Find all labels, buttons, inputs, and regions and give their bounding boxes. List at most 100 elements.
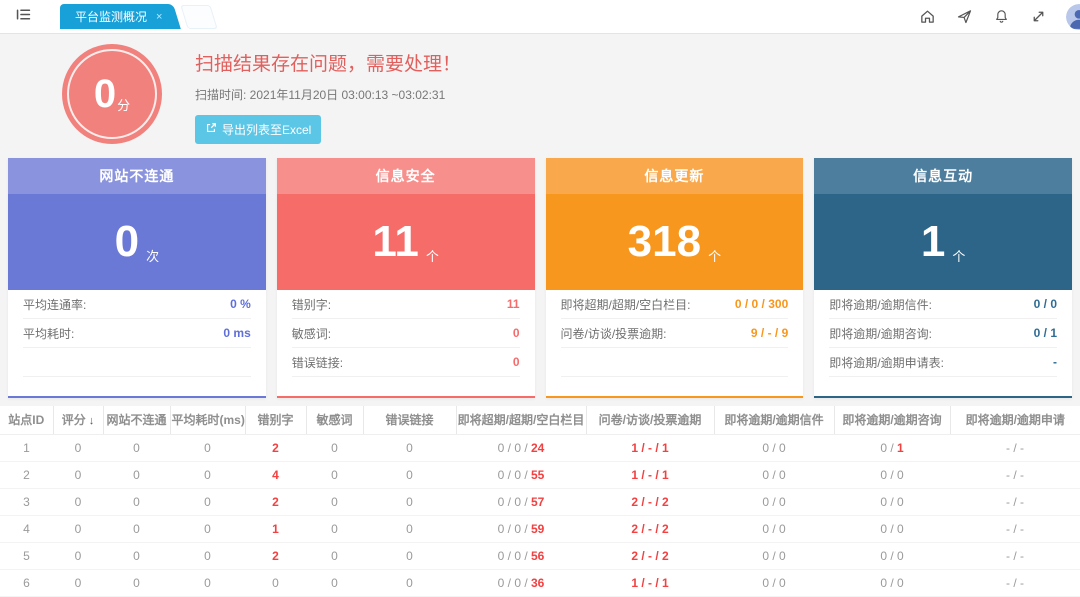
card-stats: 平均连通率:0 %平均耗时:0 ms xyxy=(8,290,266,396)
column-header[interactable]: 评分↓ xyxy=(53,406,103,434)
table-cell: 0 xyxy=(53,542,103,569)
table-cell: 0 xyxy=(53,434,103,461)
alert-value: 57 xyxy=(531,495,544,509)
card-title: 网站不连通 xyxy=(8,158,266,194)
card-unit: 个 xyxy=(708,246,721,265)
table-cell: 2 xyxy=(245,542,306,569)
alert-value: 1 / - / 1 xyxy=(631,576,668,590)
table-row: 20004000 / 0 / 551 / - / 10 / 00 / 0- / … xyxy=(0,461,1080,488)
table-cell: 0 xyxy=(306,434,363,461)
summary-card-4: 信息互动1个即将逾期/逾期信件:0 / 0即将逾期/逾期咨询:0 / 1即将逾期… xyxy=(814,158,1072,398)
table-cell: - / - xyxy=(950,434,1080,461)
table-cell: - / - xyxy=(950,515,1080,542)
card-stat-row: 平均连通率:0 % xyxy=(23,290,251,319)
column-label: 即将逾期/逾期咨询 xyxy=(842,413,941,427)
stat-value: 0 % xyxy=(230,297,251,311)
card-value-block: 0次 xyxy=(8,194,266,290)
stat-label: 问卷/访谈/投票逾期: xyxy=(561,325,667,342)
card-stats: 即将超期/超期/空白栏目:0 / 0 / 300 问卷/访谈/投票逾期: 9 / -… xyxy=(546,290,804,396)
column-label: 站点ID xyxy=(8,413,44,427)
table-cell: 0 / 0 / 36 xyxy=(456,569,586,596)
tab-platform-overview[interactable]: 平台监测概况 × xyxy=(60,4,168,29)
card-stat-row: 即将逾期/逾期咨询: 0 / 1 xyxy=(829,319,1057,348)
table-row: 30002000 / 0 / 572 / - / 20 / 00 / 0- / … xyxy=(0,488,1080,515)
alert-value: 2 / - / 2 xyxy=(631,522,668,536)
card-stat-row: 即将超期/超期/空白栏目:0 / 0 / 300 xyxy=(561,290,789,319)
column-header[interactable]: 即将超期/超期/空白栏目 xyxy=(456,406,586,434)
card-value-block: 11个 xyxy=(277,194,535,290)
column-header[interactable]: 即将逾期/逾期信件 xyxy=(714,406,834,434)
column-header[interactable]: 问卷/访谈/投票逾期 xyxy=(586,406,714,434)
export-icon xyxy=(205,122,217,137)
table-cell: - / - xyxy=(950,569,1080,596)
table-cell: 0 xyxy=(103,488,170,515)
card-title: 信息更新 xyxy=(546,158,804,194)
stat-row-empty xyxy=(561,348,789,377)
table-row: 40001000 / 0 / 592 / - / 20 / 00 / 0- / … xyxy=(0,515,1080,542)
table-cell: 0 xyxy=(363,434,456,461)
alert-value: 1 / - / 1 xyxy=(631,441,668,455)
table-cell: 0 / 1 xyxy=(834,434,950,461)
stat-row-empty xyxy=(23,377,251,396)
table-cell: 1 xyxy=(245,515,306,542)
column-header[interactable]: 即将逾期/逾期申请 xyxy=(950,406,1080,434)
table-cell: 0 xyxy=(363,488,456,515)
tab-placeholder xyxy=(181,5,218,29)
table-cell: 2 xyxy=(0,461,53,488)
column-header[interactable]: 敏感词 xyxy=(306,406,363,434)
table-cell: 0 / 0 / 59 xyxy=(456,515,586,542)
column-header[interactable]: 站点ID xyxy=(0,406,53,434)
alert-value: 59 xyxy=(531,522,544,536)
table-cell: 2 / - / 2 xyxy=(586,488,714,515)
fullscreen-icon[interactable] xyxy=(1029,8,1047,26)
stat-label: 即将逾期/逾期咨询: xyxy=(829,325,932,342)
export-excel-button[interactable]: 导出列表至Excel xyxy=(195,115,321,144)
column-label: 问卷/访谈/投票逾期 xyxy=(599,413,702,427)
table-row: 10002000 / 0 / 241 / - / 10 / 00 / 1- / … xyxy=(0,434,1080,461)
table-cell: 0 xyxy=(103,515,170,542)
home-icon[interactable] xyxy=(918,8,936,26)
table-cell: 0 xyxy=(363,461,456,488)
column-header[interactable]: 平均耗时(ms) xyxy=(170,406,245,434)
table-cell: 1 / - / 1 xyxy=(586,461,714,488)
stat-value: 0 / 0 xyxy=(1034,297,1057,311)
column-header[interactable]: 错误链接 xyxy=(363,406,456,434)
tab-close-icon[interactable]: × xyxy=(156,11,162,23)
alert-value: 1 / - / 1 xyxy=(631,468,668,482)
column-label: 敏感词 xyxy=(316,413,352,427)
cell-text: 0 / 0 / xyxy=(498,549,531,563)
stat-value: 0 ms xyxy=(223,326,250,340)
table-cell: 0 / 0 xyxy=(834,569,950,596)
topbar-actions xyxy=(918,0,1080,33)
table-cell: - / - xyxy=(950,542,1080,569)
user-avatar[interactable] xyxy=(1066,4,1080,30)
stat-value: 0 / 1 xyxy=(1034,326,1057,340)
bell-icon[interactable] xyxy=(992,8,1010,26)
column-header[interactable]: 即将逾期/逾期咨询 xyxy=(834,406,950,434)
table-cell: 0 / 0 xyxy=(834,515,950,542)
send-icon[interactable] xyxy=(955,8,973,26)
score-unit: 分 xyxy=(117,95,130,114)
alert-value: 1 xyxy=(897,441,904,455)
card-stat-row: 即将逾期/逾期申请表:- xyxy=(829,348,1057,377)
stat-row-empty xyxy=(23,348,251,377)
table-row: 50002000 / 0 / 562 / - / 20 / 00 / 0- / … xyxy=(0,542,1080,569)
stat-value: 9 / - / 9 xyxy=(751,326,788,340)
export-label: 导出列表至Excel xyxy=(222,121,311,138)
column-header[interactable]: 错别字 xyxy=(245,406,306,434)
table-cell: 0 xyxy=(306,542,363,569)
stat-row-empty xyxy=(829,377,1057,396)
sort-desc-icon[interactable]: ↓ xyxy=(89,415,95,427)
alert-value: 2 xyxy=(272,549,279,563)
table-cell: 0 xyxy=(170,569,245,596)
card-unit: 个 xyxy=(952,246,965,265)
card-value: 11 xyxy=(372,220,419,264)
summary-card-2: 信息安全11个错别字:11敏感词:0错误链接:0 xyxy=(277,158,535,398)
table-cell: 2 / - / 2 xyxy=(586,515,714,542)
column-header[interactable]: 网站不连通 xyxy=(103,406,170,434)
card-value-block: 318个 xyxy=(546,194,804,290)
table-cell: - / - xyxy=(950,461,1080,488)
menu-toggle-button[interactable] xyxy=(0,0,46,33)
table-cell: 0 xyxy=(170,434,245,461)
scan-time: 扫描时间: 2021年11月20日 03:00:13 ~03:02:31 xyxy=(195,86,461,103)
